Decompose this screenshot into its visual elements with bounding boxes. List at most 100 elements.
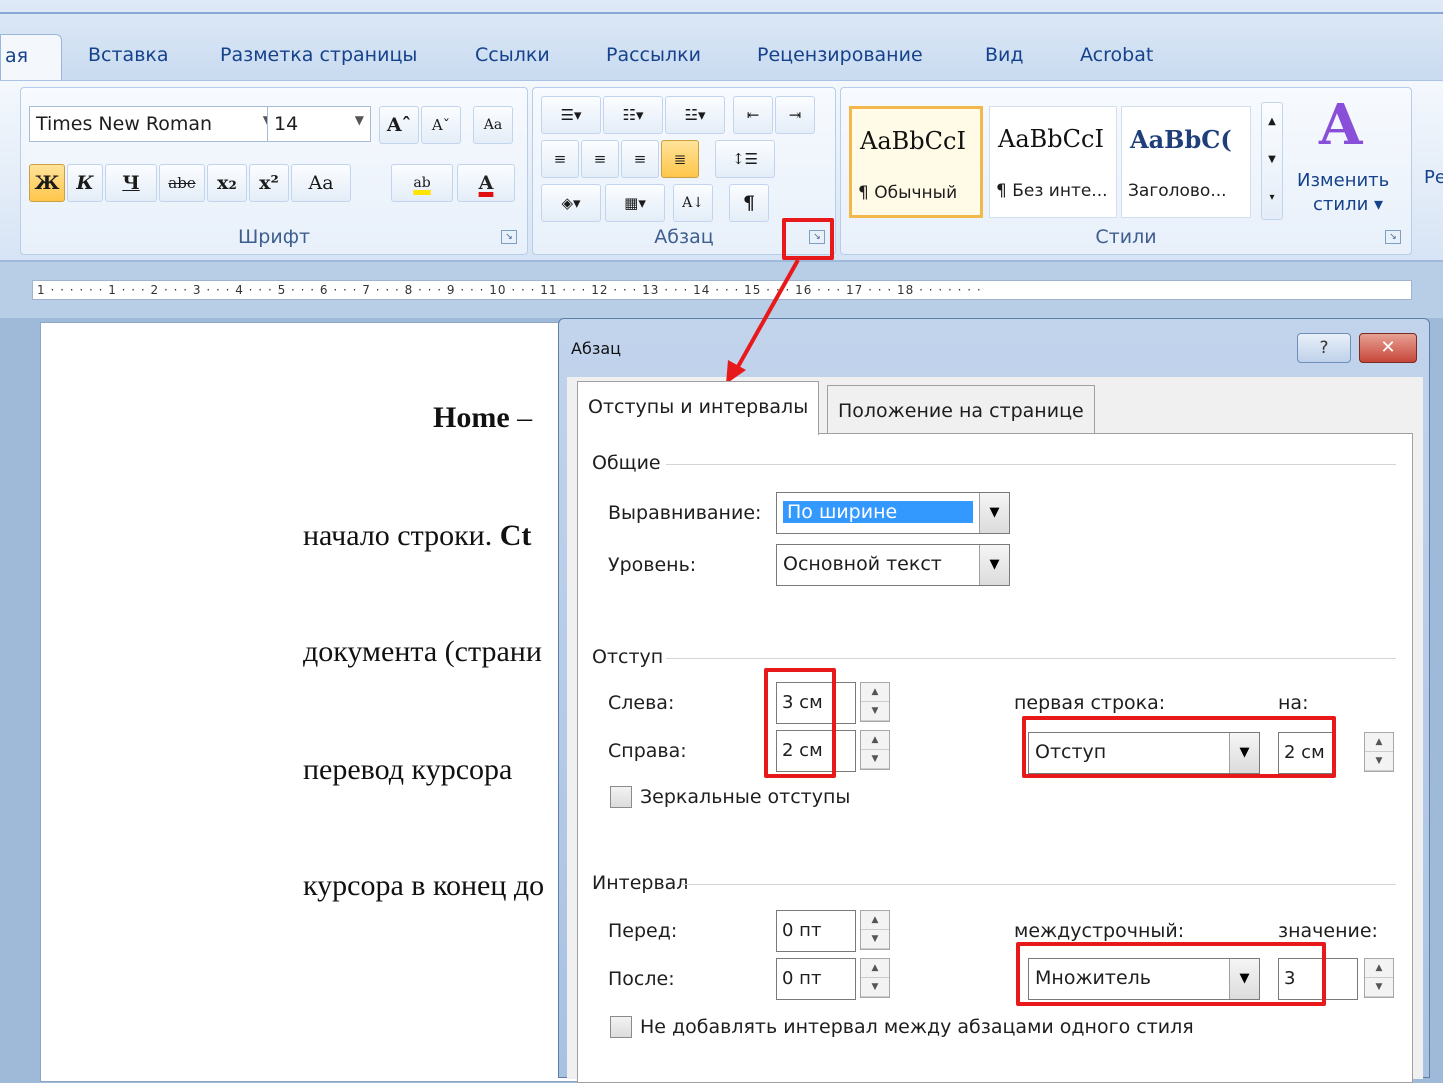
font-size-combo[interactable]: 14 ▼: [267, 106, 371, 142]
tab-panel: Общие Выравнивание: По ширине ▼ Уровень:…: [577, 433, 1413, 1083]
tab-insert[interactable]: Вставка: [88, 44, 169, 66]
spin-up-icon[interactable]: ▲: [861, 731, 889, 750]
tab-view[interactable]: Вид: [985, 44, 1024, 66]
spacing-after-input[interactable]: 0 пт: [776, 958, 856, 1000]
alignment-select[interactable]: По ширине ▼: [776, 492, 1010, 534]
style-heading[interactable]: AaBbC( Заголово...: [1121, 106, 1251, 218]
chevron-down-icon[interactable]: ▼: [1229, 959, 1259, 999]
tab-line-page-breaks[interactable]: Положение на странице: [827, 385, 1095, 433]
font-dialog-launcher-icon[interactable]: ↘: [501, 230, 517, 244]
align-center-icon[interactable]: ≡: [581, 140, 619, 178]
spin-up-icon[interactable]: ▲: [1365, 959, 1393, 978]
superscript-button[interactable]: x²: [249, 164, 289, 202]
right-indent-spinner[interactable]: ▲ ▼: [860, 730, 890, 770]
tab-home[interactable]: ая: [0, 34, 62, 82]
spin-down-icon[interactable]: ▼: [1365, 752, 1393, 771]
style-no-spacing[interactable]: AaBbCcI ¶ Без инте...: [989, 106, 1117, 218]
underline-button[interactable]: Ч: [105, 164, 157, 202]
level-label: Уровень:: [608, 554, 697, 576]
first-line-by-input[interactable]: 2 см: [1278, 732, 1334, 774]
chevron-down-icon[interactable]: ▼: [979, 493, 1009, 533]
alignment-label: Выравнивание:: [608, 502, 762, 524]
line-spacing-at-spinner[interactable]: ▲ ▼: [1364, 958, 1394, 998]
line-spacing-at-input[interactable]: 3: [1278, 958, 1358, 1000]
justify-icon[interactable]: ≣: [661, 140, 699, 178]
spin-up-icon[interactable]: ▲: [861, 911, 889, 930]
divider: [666, 464, 1396, 465]
change-styles-icon[interactable]: A: [1319, 92, 1362, 158]
spacing-before-input[interactable]: 0 пт: [776, 910, 856, 952]
shading-icon[interactable]: ◈▾: [541, 184, 601, 222]
tab-review[interactable]: Рецензирование: [757, 44, 923, 66]
line-spacing-icon[interactable]: ↕☰: [715, 140, 775, 178]
bullets-icon[interactable]: ☰▾: [541, 96, 601, 134]
outline-level-select[interactable]: Основной текст ▼: [776, 544, 1010, 586]
align-left-icon[interactable]: ≡: [541, 140, 579, 178]
style-normal[interactable]: AaBbCcI ¶ Обычный: [849, 106, 983, 218]
change-styles-label[interactable]: стили ▾: [1313, 194, 1383, 215]
highlight-color-button[interactable]: ab: [391, 164, 453, 202]
spin-up-icon[interactable]: ▲: [1365, 733, 1393, 752]
spin-down-icon[interactable]: ▼: [861, 750, 889, 769]
tab-indents-spacing[interactable]: Отступы и интервалы: [577, 381, 820, 435]
doc-line: документа (страни: [303, 635, 542, 668]
change-styles-label[interactable]: Изменить: [1297, 170, 1389, 191]
clear-format-button[interactable]: Aa: [473, 106, 513, 144]
spin-up-icon[interactable]: ▲: [861, 959, 889, 978]
font-color-button[interactable]: A: [457, 164, 515, 202]
doc-line: перевод курсора: [303, 753, 513, 786]
spin-down-icon[interactable]: ▼: [861, 930, 889, 949]
shrink-font-button[interactable]: Aˇ: [421, 106, 461, 144]
tab-page-layout[interactable]: Разметка страницы: [220, 44, 417, 66]
ruler-scale[interactable]: 1 · · · · · · 1 · · · 2 · · · 3 · · · 4 …: [32, 280, 1412, 300]
decrease-indent-icon[interactable]: ⇤: [733, 96, 773, 134]
grow-font-button[interactable]: Aˆ: [379, 106, 419, 144]
spin-down-icon[interactable]: ▼: [1365, 978, 1393, 997]
align-right-icon[interactable]: ≡: [621, 140, 659, 178]
tab-mailings[interactable]: Рассылки: [606, 44, 701, 66]
left-indent-spinner[interactable]: ▲ ▼: [860, 682, 890, 722]
horizontal-ruler[interactable]: 1 · · · · · · 1 · · · 2 · · · 3 · · · 4 …: [0, 262, 1443, 318]
right-indent-input[interactable]: 2 см: [776, 730, 856, 772]
show-formatting-button[interactable]: ¶: [729, 184, 769, 222]
mirror-indents-checkbox[interactable]: [610, 786, 632, 808]
document-page[interactable]: Home – начало строки. Ct документа (стра…: [40, 322, 580, 1082]
tab-acrobat[interactable]: Acrobat: [1080, 44, 1153, 66]
change-case-button[interactable]: Aa: [291, 164, 351, 202]
spacing-before-spinner[interactable]: ▲ ▼: [860, 910, 890, 950]
style-name: ¶ Обычный: [858, 183, 958, 203]
multilevel-list-icon[interactable]: ☳▾: [665, 96, 725, 134]
styles-scroll-icon[interactable]: ▲ ▼ ▾: [1261, 102, 1283, 220]
line-spacing-select[interactable]: Множитель ▼: [1028, 958, 1260, 1000]
chevron-down-icon[interactable]: ▼: [979, 545, 1009, 585]
increase-indent-icon[interactable]: ⇥: [775, 96, 815, 134]
no-space-same-style-label: Не добавлять интервал между абзацами одн…: [640, 1016, 1194, 1038]
left-indent-input[interactable]: 3 см: [776, 682, 856, 724]
spin-down-icon[interactable]: ▼: [861, 978, 889, 997]
font-name-combo[interactable]: Times New Roman ▼: [29, 106, 279, 142]
doc-line: курсора в конец до: [303, 869, 545, 902]
close-button[interactable]: ✕: [1359, 333, 1417, 363]
first-line-by-spinner[interactable]: ▲ ▼: [1364, 732, 1394, 772]
spacing-after-spinner[interactable]: ▲ ▼: [860, 958, 890, 998]
bold-button[interactable]: Ж: [29, 164, 65, 202]
first-line-select[interactable]: Отступ ▼: [1028, 732, 1260, 774]
spin-up-icon[interactable]: ▲: [861, 683, 889, 702]
no-space-same-style-checkbox[interactable]: [610, 1016, 632, 1038]
style-sample: AaBbCcI: [860, 127, 966, 155]
italic-button[interactable]: К: [67, 164, 103, 202]
spacing-before-label: Перед:: [608, 920, 678, 942]
numbering-icon[interactable]: ☷▾: [603, 96, 663, 134]
borders-icon[interactable]: ▦▾: [605, 184, 665, 222]
chevron-down-icon[interactable]: ▼: [355, 113, 364, 127]
sort-icon[interactable]: A↓: [673, 184, 713, 222]
strikethrough-button[interactable]: abe: [159, 164, 205, 202]
chevron-down-icon[interactable]: ▼: [1229, 733, 1259, 773]
tab-references[interactable]: Ссылки: [475, 44, 550, 66]
spin-down-icon[interactable]: ▼: [861, 702, 889, 721]
paragraph-dialog-launcher-icon[interactable]: ↘: [809, 230, 825, 244]
dialog-title: Абзац: [571, 339, 622, 358]
subscript-button[interactable]: x₂: [207, 164, 247, 202]
styles-dialog-launcher-icon[interactable]: ↘: [1385, 230, 1401, 244]
help-button[interactable]: ?: [1297, 333, 1351, 363]
